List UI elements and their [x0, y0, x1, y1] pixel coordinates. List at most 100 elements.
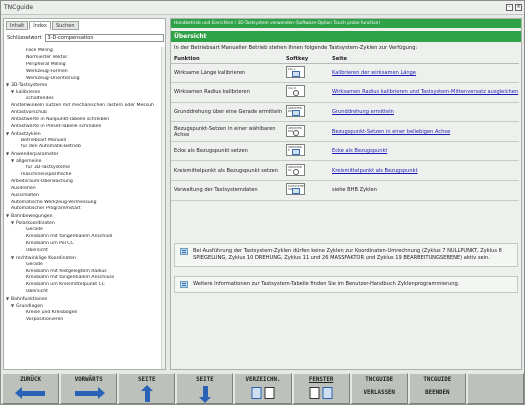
index-item-label: Betriebsart Manuell: [21, 137, 67, 143]
softkey-image-icon: ANTASTEN POS: [286, 124, 305, 137]
close-icon[interactable]: ×: [515, 4, 522, 11]
breadcrumb: Handbetrieb und Einrichten / 3D-Tastsyst…: [171, 19, 521, 28]
index-item[interactable]: Werkzeug-Formen: [6, 69, 164, 76]
window-icon: [309, 387, 333, 399]
index-item[interactable]: Peripheral Milling: [6, 62, 164, 69]
index-item[interactable]: Face Milling: [6, 48, 164, 55]
index-item[interactable]: Antastwerte in Nullpunkt-Tabelle schreib…: [6, 117, 164, 124]
index-item[interactable]: Werkzeug-Orientierung: [6, 76, 164, 83]
index-item[interactable]: ▼ Anwenderparameter: [6, 151, 164, 158]
index-item-label: Antastzyklen: [11, 131, 41, 137]
function-cell: Bezugspunkt-Setzen in einer wählbaren Ac…: [171, 121, 283, 142]
keyword-input[interactable]: 3-D-compensation: [44, 33, 164, 42]
index-item[interactable]: ▼ Bahnbewegungen: [6, 213, 164, 220]
index-item[interactable]: Kreisbahn mit tangentialem Anschluß: [6, 234, 164, 241]
index-item[interactable]: Ausschalten: [6, 193, 164, 200]
index-item[interactable]: Automatische Werkzeug-Vermessung: [6, 200, 164, 207]
index-item[interactable]: Kreise und Kreisbögen: [6, 310, 164, 317]
index-item-label: Automatischer Programmstart: [11, 206, 81, 212]
index-item[interactable]: ▼ Polarkoordinaten: [6, 220, 164, 227]
page-link[interactable]: Wirksamen Radius kalibrieren und Tastsys…: [329, 82, 519, 103]
index-item[interactable]: für den Automatik-Betrieb: [6, 144, 164, 151]
softkey-2[interactable]: VORWÄRTS: [60, 373, 118, 404]
tab-contents[interactable]: Inhalt: [6, 21, 29, 30]
softkey-5[interactable]: VERZEICHN.: [234, 373, 292, 404]
index-item-label: Kreise und Kreisbögen: [26, 309, 78, 315]
index-tree: Face Milling Normierter Vektor Peripheral …: [6, 48, 164, 324]
softkey-1[interactable]: ZURÜCK: [2, 373, 60, 404]
index-item[interactable]: ▼ allgemeine: [6, 158, 164, 165]
index-item[interactable]: Antastwerte in Preset-Tabelle schreiben: [6, 124, 164, 131]
window-title: TNCguide: [4, 4, 34, 11]
index-item[interactable]: Kreisbahn mit festgelegtem Radius: [6, 269, 164, 276]
index-item[interactable]: Antastvorschub: [6, 110, 164, 117]
page-link[interactable]: Kalibrieren der wirksamen Länge: [329, 63, 519, 84]
page-link[interactable]: Ecke als Bezugspunkt: [329, 141, 519, 162]
softkey-9[interactable]: [466, 373, 524, 404]
softkey-6[interactable]: FENSTER: [292, 373, 350, 404]
index-item[interactable]: Kreisbahn mit tangentialem Anschluss: [6, 275, 164, 282]
index-item-label: Gerade: [26, 227, 43, 233]
index-item[interactable]: Übersicht: [6, 289, 164, 296]
index-item-label: Peripheral Milling: [26, 61, 66, 67]
index-item[interactable]: für 3D-Tastsysteme: [6, 165, 164, 172]
probe-glyph-icon: [292, 109, 300, 116]
softkey-cell: ANTASTEN P: [283, 141, 329, 162]
index-item-label: Antastwerte in Preset-Tabelle schreiben: [11, 123, 102, 129]
index-item-label: Anstellwinkeln nutzen mit mechanischen T…: [11, 103, 154, 109]
index-item-label: Antastvorschub: [11, 110, 47, 116]
softkey-label: TNCGUIDE: [365, 377, 394, 383]
index-item[interactable]: Vorpositionieren: [6, 317, 164, 324]
index-item[interactable]: Gerade: [6, 262, 164, 269]
page-link[interactable]: Kreismittelpunkt als Bezugspunkt: [329, 160, 519, 182]
index-item-label: schaltendes: [26, 96, 54, 102]
index-item[interactable]: Gerade: [6, 227, 164, 234]
index-item[interactable]: Übersicht: [6, 248, 164, 255]
index-item[interactable]: maschinenspezifische: [6, 172, 164, 179]
softkey-7[interactable]: TNCGUIDE VERLASSEN: [350, 373, 408, 404]
softkey-8[interactable]: TNCGUIDE BEENDEN: [408, 373, 466, 404]
index-item[interactable]: Normierter Vektor: [6, 55, 164, 62]
softkey-cell: CAL L: [283, 63, 329, 84]
softkey-label: TNCGUIDE: [423, 377, 452, 383]
softkey-label: VORWÄRTS: [74, 377, 103, 383]
function-cell: Wirksamen Radius kalibrieren: [171, 82, 283, 103]
tncguide-window: TNCguide – × Inhalt Index Suchen Schlüss…: [0, 0, 525, 405]
index-item[interactable]: ▼ Bahnfunktionen: [6, 296, 164, 303]
index-item[interactable]: Anstellwinkeln nutzen mit mechanischen T…: [6, 103, 164, 110]
index-item[interactable]: ▼ Antastzyklen: [6, 131, 164, 138]
index-item[interactable]: ▼ Grundlagen: [6, 303, 164, 310]
index-item-label: Kreisbahn um Kreismittelpunkt CC: [26, 282, 105, 288]
minimize-icon[interactable]: –: [506, 4, 513, 11]
tab-search[interactable]: Suchen: [52, 21, 79, 30]
softkey-3[interactable]: SEITE: [118, 373, 176, 404]
softkey-label: SEITE: [138, 377, 156, 383]
intro-text: In der Betriebsart Manueller Betrieb ste…: [174, 45, 418, 51]
index-item[interactable]: Kreisbahn um Kreismittelpunkt CC: [6, 282, 164, 289]
page-link[interactable]: Grunddrehung ermitteln: [329, 102, 519, 123]
index-pane: Inhalt Index Suchen Schlüsselwort 3-D-co…: [3, 18, 166, 370]
index-item[interactable]: Betriebsart Manuell: [6, 138, 164, 145]
index-item-label: Kreisbahn mit tangentialem Anschluss: [26, 275, 115, 281]
page-link[interactable]: Bezugspunkt-Setzen in einer beliebigen A…: [329, 121, 519, 142]
index-item[interactable]: ▼ rechtwinklige Koordinaten: [6, 255, 164, 262]
softkey-cell: TASTSYSTEM TABELLE: [283, 180, 329, 201]
tab-index[interactable]: Index: [29, 21, 51, 30]
index-scrollbar[interactable]: [161, 47, 165, 369]
softkey-4[interactable]: SEITE: [176, 373, 234, 404]
note-icon: [180, 281, 188, 288]
index-item[interactable]: schaltendes: [6, 96, 164, 103]
index-item[interactable]: Kreisbahn um Pol CC: [6, 241, 164, 248]
index-item[interactable]: Ausdrehen: [6, 186, 164, 193]
index-item-label: Normierter Vektor: [26, 54, 68, 60]
index-item[interactable]: ▼ kalibrieren: [6, 89, 164, 96]
index-item-label: Kreisbahn mit tangentialem Anschluß: [26, 234, 113, 240]
index-item[interactable]: Arbeitsraum-Überwachung: [6, 179, 164, 186]
index-item-label: Werkzeug-Formen: [26, 68, 68, 74]
index-item[interactable]: ▼ 3D-Tastsysteme: [6, 82, 164, 89]
page-cell: siehe BHB Zyklen: [329, 180, 519, 201]
index-item[interactable]: Automatischer Programmstart: [6, 206, 164, 213]
index-item-label: Arbeitsraum-Überwachung: [11, 178, 73, 184]
softkey-image-icon: ANTASTEN ROT: [286, 104, 305, 117]
col-header-page: Seite: [329, 55, 519, 64]
